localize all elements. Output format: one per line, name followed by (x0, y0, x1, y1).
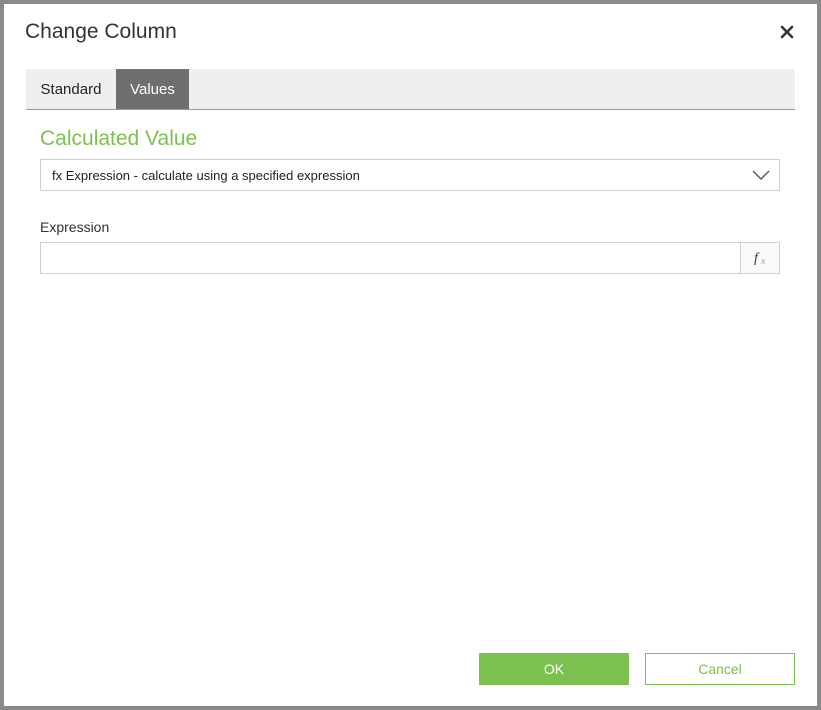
ok-button[interactable]: OK (479, 653, 629, 685)
chevron-down-icon (752, 170, 770, 180)
expression-label: Expression (40, 219, 110, 235)
cancel-button[interactable]: Cancel (645, 653, 795, 685)
calculation-type-value: fx Expression - calculate using a specif… (52, 168, 360, 183)
tab-values[interactable]: Values (116, 69, 189, 109)
change-column-dialog: Change Column Standard Values Calculated… (0, 0, 821, 710)
tab-bar: Standard Values (26, 69, 795, 110)
dialog-title: Change Column (25, 20, 177, 43)
close-icon (780, 25, 794, 39)
close-button[interactable] (776, 21, 798, 43)
calculation-type-select[interactable]: fx Expression - calculate using a specif… (40, 159, 780, 191)
expression-input[interactable] (40, 242, 740, 274)
expression-builder-button[interactable]: fx (740, 242, 780, 274)
tab-standard[interactable]: Standard (26, 69, 116, 109)
section-title: Calculated Value (40, 127, 198, 150)
